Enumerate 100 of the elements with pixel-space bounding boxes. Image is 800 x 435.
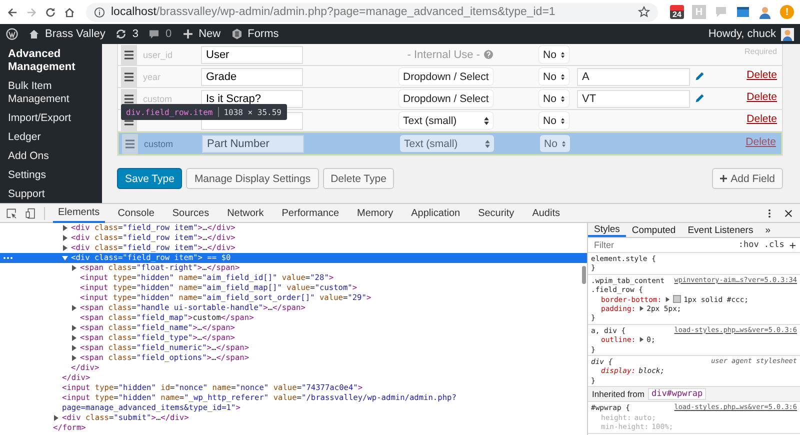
window-icon[interactable]	[736, 5, 750, 19]
drag-handle-icon[interactable]	[121, 44, 137, 64]
forms-link[interactable]: Forms	[230, 28, 279, 40]
drag-handle-icon[interactable]	[122, 134, 138, 154]
home-icon[interactable]	[63, 6, 76, 18]
reload-icon[interactable]	[44, 6, 57, 18]
updown-arrow-icon	[561, 94, 565, 102]
new-rule-button[interactable]: +	[789, 238, 796, 252]
field-map-label: year	[143, 72, 161, 82]
updown-arrow-icon	[485, 140, 490, 148]
drag-handle-icon[interactable]	[121, 66, 137, 86]
pencil-icon[interactable]	[694, 71, 705, 82]
styles-tab[interactable]: Event Listeners	[682, 223, 760, 237]
hexagon-icon	[230, 28, 243, 40]
expand-arrow-icon[interactable]	[71, 305, 77, 311]
comment-icon	[148, 28, 160, 40]
sidebar-item[interactable]: Bulk Item Management	[0, 77, 102, 109]
home-icon	[28, 28, 40, 40]
field-type-select[interactable]: Dropdown / Select	[399, 68, 493, 85]
site-name-link[interactable]: Brass Valley	[28, 28, 106, 40]
updown-arrow-icon	[561, 116, 565, 124]
expand-arrow-icon[interactable]	[71, 345, 77, 351]
field-map-label: custom	[144, 138, 174, 148]
inspect-element-icon[interactable]	[6, 208, 17, 218]
sidebar-item[interactable]: Add Ons	[0, 147, 102, 166]
options-textarea[interactable]: VT	[577, 90, 690, 108]
new-content-link[interactable]: New	[182, 28, 221, 40]
add-field-button[interactable]: Add Field	[712, 168, 783, 189]
calendar-extension-icon[interactable]: 24	[670, 5, 684, 19]
expand-arrow-icon[interactable]	[71, 265, 77, 271]
field-type-select[interactable]: Dropdown / Select	[399, 90, 493, 107]
expand-arrow-icon[interactable]	[71, 335, 77, 341]
devtools-tab[interactable]: Memory	[352, 204, 398, 222]
field-name-input[interactable]: User	[201, 46, 303, 64]
expand-arrow-icon[interactable]	[62, 225, 68, 231]
inspect-tooltip: div.field_row.item 1038 × 35.59	[121, 104, 286, 120]
devtools-tab[interactable]: Security	[473, 204, 520, 222]
expand-arrow-icon[interactable]	[71, 355, 77, 361]
field-name-input[interactable]: Grade	[201, 68, 303, 86]
avatar-icon[interactable]	[758, 5, 772, 19]
numeric-select[interactable]: No	[539, 90, 569, 107]
sidebar-item[interactable]: Advanced Management	[0, 45, 102, 77]
expand-arrow-icon[interactable]	[62, 245, 68, 251]
numeric-select[interactable]: No	[539, 46, 569, 63]
updown-arrow-icon	[561, 50, 565, 58]
field-type-select[interactable]: Text (small)	[400, 135, 494, 152]
styles-tab[interactable]: Computed	[626, 223, 682, 237]
account-link[interactable]: Howdy, chuck	[708, 28, 794, 40]
refresh-icon	[115, 28, 128, 40]
sidebar-item[interactable]: Ledger	[0, 128, 102, 147]
pencil-icon[interactable]	[694, 93, 705, 104]
expand-arrow-icon[interactable]	[638, 337, 644, 342]
numeric-select[interactable]: No	[540, 135, 570, 152]
color-swatch[interactable]	[672, 295, 681, 304]
devtools-tab[interactable]: Network	[222, 204, 269, 222]
updown-arrow-icon	[562, 140, 566, 148]
delete-link[interactable]: Delete	[746, 69, 777, 81]
star-icon[interactable]	[638, 6, 650, 18]
options-textarea[interactable]: A	[577, 68, 690, 86]
devtools-tab[interactable]: Application	[406, 204, 466, 222]
field-type-select[interactable]: Text (small)	[399, 112, 493, 129]
more-icon[interactable]	[3, 256, 13, 260]
expand-arrow-icon[interactable]	[53, 415, 59, 421]
action-button[interactable]: Manage Display Settings	[186, 168, 319, 189]
numeric-select[interactable]: No	[539, 112, 569, 129]
more-tabs-button[interactable]: »	[759, 223, 776, 237]
expand-arrow-icon[interactable]	[638, 306, 644, 312]
avatar-icon	[781, 28, 794, 40]
inherited-label: Inherited from	[592, 389, 644, 400]
comments-link[interactable]: 0	[148, 28, 172, 40]
expand-arrow-icon[interactable]	[71, 325, 77, 331]
devtools-tab[interactable]: Performance	[276, 204, 344, 222]
sidebar-item[interactable]: Settings	[0, 166, 102, 185]
address-bar[interactable]: localhost/brassvalley/wp-admin/admin.php?page=manage_advanced_items&type_id=1	[86, 2, 658, 22]
devtools-tab[interactable]: Sources	[167, 204, 214, 222]
plus-icon	[182, 28, 194, 40]
sidebar-item[interactable]: Import/Export	[0, 109, 102, 128]
scrollbar-thumb[interactable]	[582, 266, 586, 284]
devtools-tab[interactable]: Audits	[527, 204, 565, 222]
class-toggle[interactable]: .cls	[764, 240, 784, 250]
action-button[interactable]: Delete Type	[322, 168, 394, 189]
expand-arrow-icon[interactable]	[664, 296, 670, 302]
hover-state-toggle[interactable]: :hov	[738, 240, 759, 250]
field-type-label: - Internal Use -	[407, 48, 480, 60]
action-button[interactable]: Save Type	[117, 168, 182, 189]
back-icon[interactable]	[6, 6, 19, 18]
numeric-select[interactable]: No	[539, 68, 569, 85]
expand-arrow-icon[interactable]	[62, 235, 68, 241]
collapse-arrow-icon[interactable]	[62, 255, 68, 261]
field-name-input[interactable]: Part Number	[202, 134, 304, 152]
close-icon[interactable]	[783, 208, 794, 218]
updates-link[interactable]: 3	[115, 28, 138, 40]
wordpress-logo-icon[interactable]	[6, 28, 18, 40]
inherited-element-link[interactable]: div#wpwrap	[648, 388, 706, 400]
delete-link[interactable]: Delete	[746, 113, 777, 125]
help-icon[interactable]	[484, 50, 493, 59]
sidebar-item[interactable]: Support	[0, 185, 102, 204]
devtools-tab[interactable]: Console	[112, 204, 160, 222]
device-toolbar-icon[interactable]	[25, 208, 36, 218]
delete-link[interactable]: Delete	[746, 91, 777, 103]
